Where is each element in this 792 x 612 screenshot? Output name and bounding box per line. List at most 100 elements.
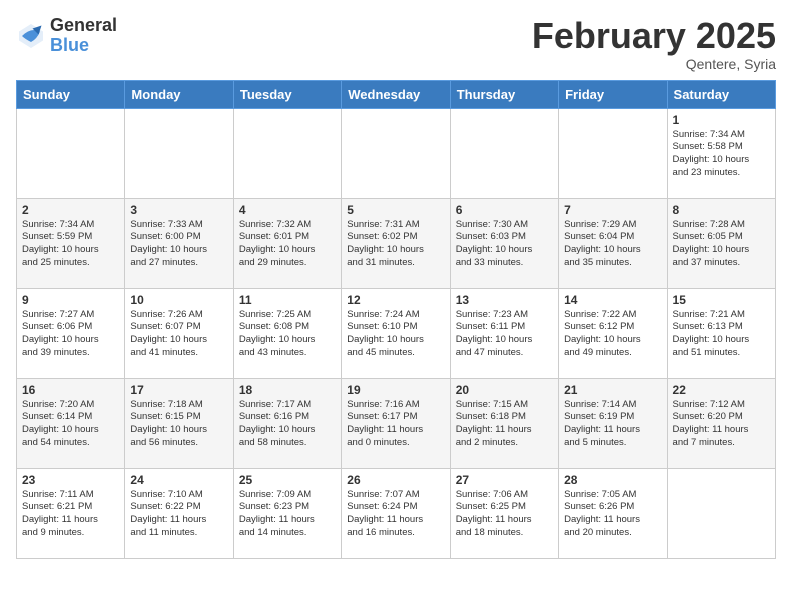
calendar-cell: 22Sunrise: 7:12 AM Sunset: 6:20 PM Dayli… [667, 378, 775, 468]
day-info: Sunrise: 7:24 AM Sunset: 6:10 PM Dayligh… [347, 309, 444, 360]
day-number: 27 [456, 473, 553, 487]
day-info: Sunrise: 7:20 AM Sunset: 6:14 PM Dayligh… [22, 399, 119, 450]
day-info: Sunrise: 7:17 AM Sunset: 6:16 PM Dayligh… [239, 399, 336, 450]
day-number: 22 [673, 383, 770, 397]
calendar-week-row: 9 Sunrise: 7:27 AM Sunset: 6:06 PM Daylig… [17, 288, 776, 378]
day-info: Sunrise: 7:22 AM Sunset: 6:12 PM Dayligh… [564, 309, 661, 360]
day-info: Sunrise: 7:10 AM Sunset: 6:22 PM Dayligh… [130, 489, 227, 540]
day-info: Sunrise: 7:21 AM Sunset: 6:13 PM Dayligh… [673, 309, 770, 360]
calendar-header-row: SundayMondayTuesdayWednesdayThursdayFrid… [17, 80, 776, 108]
day-info: Sunrise: 7:30 AM Sunset: 6:03 PM Dayligh… [456, 219, 553, 270]
day-number: 7 [564, 203, 661, 217]
calendar-cell: 12 Sunrise: 7:24 AM Sunset: 6:10 PM Dayli… [342, 288, 450, 378]
calendar-cell: 27 Sunrise: 7:06 AM Sunset: 6:25 PM Dayli… [450, 468, 558, 558]
day-info: Sunrise: 7:11 AM Sunset: 6:21 PM Dayligh… [22, 489, 119, 540]
calendar-cell: 10 Sunrise: 7:26 AM Sunset: 6:07 PM Dayli… [125, 288, 233, 378]
calendar-cell: 1 Sunrise: 7:34 AM Sunset: 5:58 PM Daylig… [667, 108, 775, 198]
calendar-cell: 8 Sunrise: 7:28 AM Sunset: 6:05 PM Daylig… [667, 198, 775, 288]
calendar-cell: 23 Sunrise: 7:11 AM Sunset: 6:21 PM Dayli… [17, 468, 125, 558]
day-info: Sunrise: 7:27 AM Sunset: 6:06 PM Dayligh… [22, 309, 119, 360]
location: Qentere, Syria [532, 56, 776, 72]
logo-icon [16, 21, 46, 51]
day-number: 17 [130, 383, 227, 397]
day-number: 18 [239, 383, 336, 397]
calendar-header-wednesday: Wednesday [342, 80, 450, 108]
calendar-cell: 2 Sunrise: 7:34 AM Sunset: 5:59 PM Daylig… [17, 198, 125, 288]
calendar-header-tuesday: Tuesday [233, 80, 341, 108]
day-number: 19 [347, 383, 444, 397]
calendar-cell: 19 Sunrise: 7:16 AM Sunset: 6:17 PM Dayli… [342, 378, 450, 468]
calendar-cell [450, 108, 558, 198]
day-number: 1 [673, 113, 770, 127]
day-number: 11 [239, 293, 336, 307]
day-info: Sunrise: 7:18 AM Sunset: 6:15 PM Dayligh… [130, 399, 227, 450]
day-number: 2 [22, 203, 119, 217]
day-number: 8 [673, 203, 770, 217]
day-number: 3 [130, 203, 227, 217]
day-number: 5 [347, 203, 444, 217]
logo-general-text: General [50, 16, 117, 36]
calendar-cell: 9 Sunrise: 7:27 AM Sunset: 6:06 PM Daylig… [17, 288, 125, 378]
day-info: Sunrise: 7:26 AM Sunset: 6:07 PM Dayligh… [130, 309, 227, 360]
calendar-cell: 11 Sunrise: 7:25 AM Sunset: 6:08 PM Dayli… [233, 288, 341, 378]
calendar-cell: 7 Sunrise: 7:29 AM Sunset: 6:04 PM Daylig… [559, 198, 667, 288]
day-info: Sunrise: 7:07 AM Sunset: 6:24 PM Dayligh… [347, 489, 444, 540]
calendar-cell [667, 468, 775, 558]
calendar-cell [125, 108, 233, 198]
calendar-cell: 16Sunrise: 7:20 AM Sunset: 6:14 PM Dayli… [17, 378, 125, 468]
day-number: 6 [456, 203, 553, 217]
calendar-header-sunday: Sunday [17, 80, 125, 108]
calendar-cell [342, 108, 450, 198]
calendar-table: SundayMondayTuesdayWednesdayThursdayFrid… [16, 80, 776, 559]
day-number: 26 [347, 473, 444, 487]
day-info: Sunrise: 7:28 AM Sunset: 6:05 PM Dayligh… [673, 219, 770, 270]
day-info: Sunrise: 7:05 AM Sunset: 6:26 PM Dayligh… [564, 489, 661, 540]
calendar-week-row: 2 Sunrise: 7:34 AM Sunset: 5:59 PM Daylig… [17, 198, 776, 288]
day-info: Sunrise: 7:09 AM Sunset: 6:23 PM Dayligh… [239, 489, 336, 540]
day-number: 24 [130, 473, 227, 487]
calendar-cell: 26 Sunrise: 7:07 AM Sunset: 6:24 PM Dayli… [342, 468, 450, 558]
day-number: 9 [22, 293, 119, 307]
day-info: Sunrise: 7:31 AM Sunset: 6:02 PM Dayligh… [347, 219, 444, 270]
calendar-cell [559, 108, 667, 198]
logo-blue-text: Blue [50, 36, 117, 56]
day-number: 23 [22, 473, 119, 487]
calendar-week-row: 16Sunrise: 7:20 AM Sunset: 6:14 PM Dayli… [17, 378, 776, 468]
day-info: Sunrise: 7:06 AM Sunset: 6:25 PM Dayligh… [456, 489, 553, 540]
logo: General Blue [16, 16, 117, 56]
day-info: Sunrise: 7:14 AM Sunset: 6:19 PM Dayligh… [564, 399, 661, 450]
day-info: Sunrise: 7:25 AM Sunset: 6:08 PM Dayligh… [239, 309, 336, 360]
calendar-cell [17, 108, 125, 198]
calendar-cell [233, 108, 341, 198]
calendar-cell: 5 Sunrise: 7:31 AM Sunset: 6:02 PM Daylig… [342, 198, 450, 288]
calendar-cell: 18 Sunrise: 7:17 AM Sunset: 6:16 PM Dayli… [233, 378, 341, 468]
day-info: Sunrise: 7:29 AM Sunset: 6:04 PM Dayligh… [564, 219, 661, 270]
calendar-cell: 15 Sunrise: 7:21 AM Sunset: 6:13 PM Dayli… [667, 288, 775, 378]
calendar-cell: 21 Sunrise: 7:14 AM Sunset: 6:19 PM Dayli… [559, 378, 667, 468]
day-number: 15 [673, 293, 770, 307]
calendar-cell: 4Sunrise: 7:32 AM Sunset: 6:01 PM Daylig… [233, 198, 341, 288]
calendar-cell: 3 Sunrise: 7:33 AM Sunset: 6:00 PM Daylig… [125, 198, 233, 288]
day-info: Sunrise: 7:15 AM Sunset: 6:18 PM Dayligh… [456, 399, 553, 450]
day-info: Sunrise: 7:33 AM Sunset: 6:00 PM Dayligh… [130, 219, 227, 270]
page-header: General Blue February 2025 Qentere, Syri… [16, 16, 776, 72]
day-number: 14 [564, 293, 661, 307]
day-number: 13 [456, 293, 553, 307]
calendar-header-friday: Friday [559, 80, 667, 108]
day-number: 12 [347, 293, 444, 307]
calendar-cell: 6 Sunrise: 7:30 AM Sunset: 6:03 PM Daylig… [450, 198, 558, 288]
logo-text: General Blue [50, 16, 117, 56]
month-title: February 2025 [532, 16, 776, 56]
day-number: 21 [564, 383, 661, 397]
day-info: Sunrise: 7:34 AM Sunset: 5:59 PM Dayligh… [22, 219, 119, 270]
calendar-cell: 13Sunrise: 7:23 AM Sunset: 6:11 PM Dayli… [450, 288, 558, 378]
calendar-cell: 14 Sunrise: 7:22 AM Sunset: 6:12 PM Dayli… [559, 288, 667, 378]
calendar-week-row: 1 Sunrise: 7:34 AM Sunset: 5:58 PM Daylig… [17, 108, 776, 198]
day-number: 10 [130, 293, 227, 307]
day-info: Sunrise: 7:34 AM Sunset: 5:58 PM Dayligh… [673, 129, 770, 180]
calendar-cell: 28 Sunrise: 7:05 AM Sunset: 6:26 PM Dayli… [559, 468, 667, 558]
day-number: 20 [456, 383, 553, 397]
day-number: 28 [564, 473, 661, 487]
calendar-cell: 24 Sunrise: 7:10 AM Sunset: 6:22 PM Dayli… [125, 468, 233, 558]
day-info: Sunrise: 7:16 AM Sunset: 6:17 PM Dayligh… [347, 399, 444, 450]
